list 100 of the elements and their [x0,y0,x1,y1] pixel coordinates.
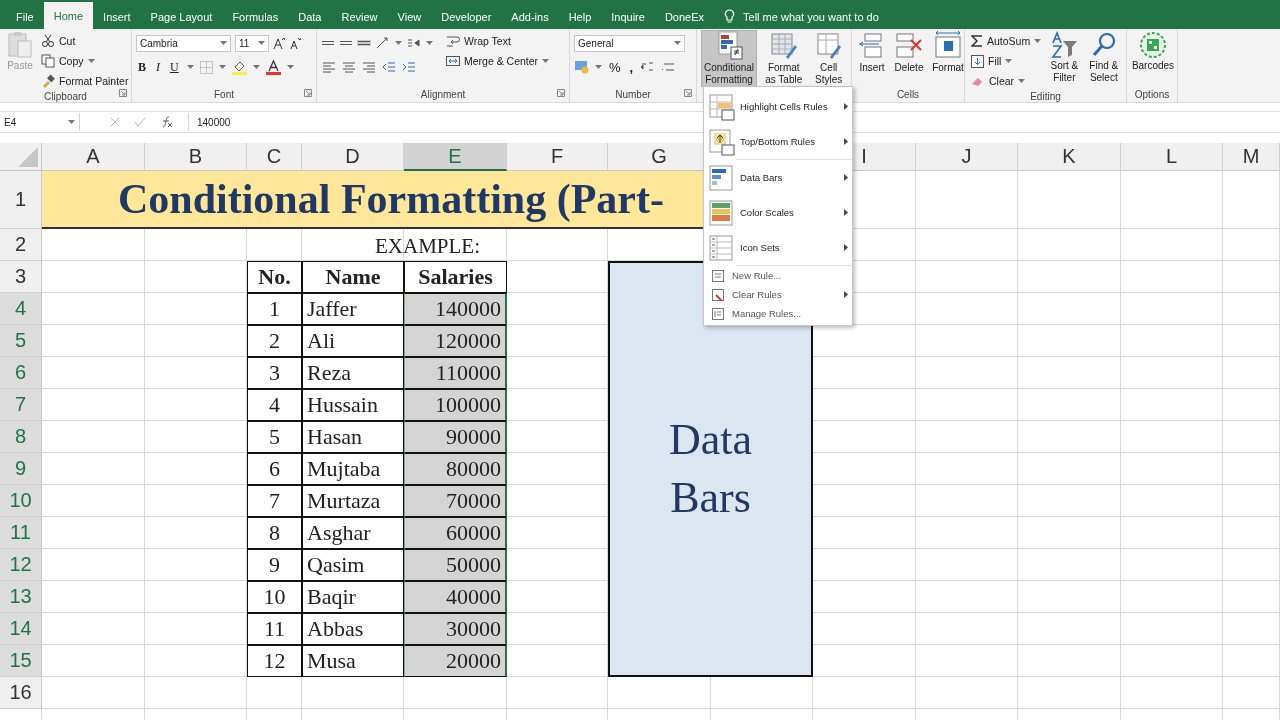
delete-cells-button[interactable]: Delete [891,30,927,86]
dialog-launcher-icon [304,89,312,97]
borders-icon [199,60,213,74]
ribbon-tab[interactable]: File [6,4,44,29]
row-header[interactable]: 9 [0,453,42,485]
row-header[interactable]: 7 [0,389,42,421]
row-header[interactable]: 5 [0,325,42,357]
group-label: Number [615,88,651,100]
table-cell: 30000 [404,613,507,645]
ribbon-tab[interactable]: Data [288,4,332,29]
cell-styles-button[interactable]: Cell Styles [810,30,847,87]
table-cell: 110000 [404,357,507,389]
row-header[interactable]: 16 [0,677,42,709]
underline-button[interactable]: U [168,59,181,75]
align-right-icon [361,60,377,74]
find-select-button[interactable]: Find & Select [1085,30,1122,90]
group-label: Clipboard [44,90,87,102]
align-lines-icon [322,41,334,45]
rule-icon [712,307,724,320]
barcodes-button[interactable]: Barcodes [1131,30,1175,86]
table-cell: 7 [247,485,302,517]
tell-me-search[interactable]: Tell me what you want to do [743,10,879,23]
menu-item[interactable]: New Rule... [704,266,852,285]
name-box[interactable]: E4 [0,113,80,131]
column-header[interactable]: K [1018,143,1121,171]
sort-filter-icon [1050,31,1079,59]
row-header[interactable]: 15 [0,645,42,677]
ribbon-tab[interactable]: Formulas [222,4,289,29]
column-header[interactable]: M [1223,143,1280,171]
percent-style-button[interactable]: % [607,58,623,76]
row-header[interactable]: 8 [0,421,42,453]
ribbon-tab[interactable]: Home [43,2,94,29]
ribbon-tab[interactable]: Review [331,4,388,29]
ribbon-tab[interactable]: Inquire [601,4,655,29]
sort-filter-button[interactable]: Sort & Filter [1046,30,1083,90]
row-header[interactable]: 10 [0,485,42,517]
top-align-button[interactable] [321,40,335,46]
bold-button[interactable]: B [136,59,148,75]
lightbulb-icon [724,9,736,24]
comma-style-button[interactable]: , [627,58,636,76]
group-label: Editing [1030,90,1061,102]
conditional-formatting-button[interactable]: Conditional Formatting [701,30,758,87]
clear-button[interactable]: Clear [969,72,1044,90]
row-header[interactable]: 6 [0,357,42,389]
table-cell: 11 [247,613,302,645]
row-header[interactable]: 1 [0,171,42,229]
row-header[interactable]: 12 [0,549,42,581]
ribbon-tab[interactable]: DoneEx [654,4,715,29]
ribbon-tab[interactable]: View [387,4,432,29]
column-header[interactable]: L [1121,143,1223,171]
copy-button[interactable]: Copy [39,52,131,70]
column-header[interactable]: C [247,143,302,171]
ribbon-tab[interactable]: Help [558,4,602,29]
italic-button[interactable]: I [154,59,162,75]
row-header[interactable]: 4 [0,293,42,325]
wrap-text-button[interactable]: Wrap Text [444,32,552,50]
format-cells-button[interactable]: Format [930,30,966,86]
autosum-button[interactable]: AutoSum [969,32,1044,50]
ribbon-tab[interactable]: Developer [431,4,502,29]
caret-icon [186,65,194,69]
group-label: Cells [896,88,920,100]
caret-icon [595,65,602,69]
menu-item[interactable]: Manage Rules... [704,304,852,323]
row-header[interactable]: 13 [0,581,42,613]
ribbon-tab[interactable]: Insert [93,4,141,29]
row-header[interactable]: 3 [0,261,42,293]
middle-align-button[interactable] [339,40,353,46]
table-cell: 70000 [404,485,507,517]
row-header[interactable]: 2 [0,229,42,261]
font-size-field[interactable]: 11 [235,34,269,52]
number-format-field[interactable]: General [574,34,685,52]
caret-icon [258,41,265,45]
rule-icon [708,92,736,121]
function-icon [160,116,174,128]
font-family-field[interactable]: Cambria [136,34,231,52]
ribbon-tab[interactable]: Page Layout [140,4,223,29]
insert-cells-button[interactable]: Insert [856,30,888,86]
column-header[interactable]: D [302,143,404,171]
column-header[interactable]: E [404,143,507,171]
cut-button[interactable]: Cut [39,32,131,50]
bottom-align-button[interactable] [357,40,371,46]
row-header[interactable]: 11 [0,517,42,549]
column-header[interactable]: J [916,143,1018,171]
table-cell: 120000 [404,325,507,357]
ribbon-tab[interactable]: Add-ins [501,4,559,29]
format-painter-button[interactable]: Format Painter [39,72,131,90]
enter-icon [134,117,146,127]
merge-center-button[interactable]: Merge & Center [444,52,552,70]
format-as-table-button[interactable]: Format as Table [760,30,808,87]
caret-icon [1034,39,1042,43]
column-header[interactable]: B [145,143,247,171]
column-header[interactable]: A [42,143,145,171]
dialog-launcher-icon [557,89,565,97]
menu-item[interactable]: Clear Rules [704,285,852,304]
decrease-indent-icon [381,60,397,74]
align-center-icon [341,60,357,74]
fill-button[interactable]: Fill [969,52,1044,70]
column-header[interactable]: F [507,143,608,171]
row-header[interactable]: 14 [0,613,42,645]
menu-item[interactable]: Icon Sets [704,230,852,265]
